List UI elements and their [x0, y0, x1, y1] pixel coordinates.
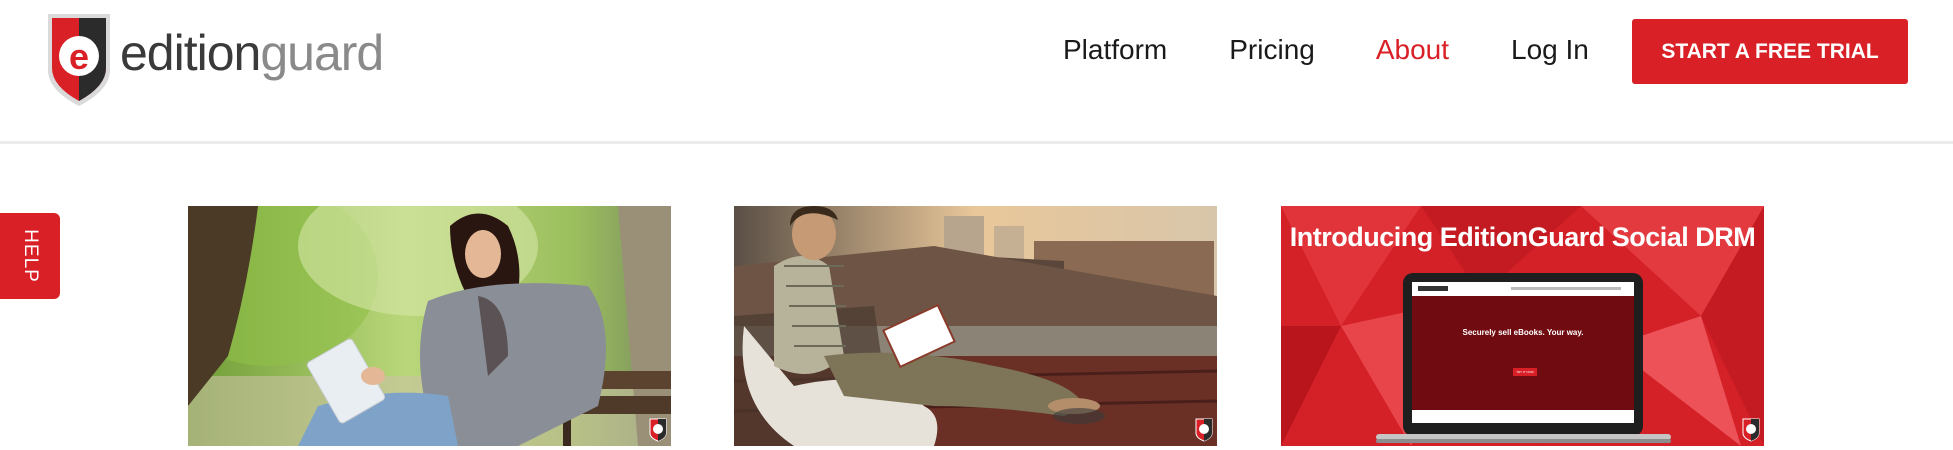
promo-title: Introducing EditionGuard Social DRM — [1289, 222, 1756, 252]
nav-pricing[interactable]: Pricing — [1229, 30, 1315, 70]
promo-screen-button: TRY IT NOW — [1516, 370, 1534, 374]
help-tab-label: HELP — [19, 229, 41, 283]
man-reading-photo — [734, 206, 1217, 446]
logo-text-edition: edition — [120, 25, 261, 81]
help-tab[interactable]: HELP — [0, 213, 60, 299]
card-social-drm-promo[interactable]: Introducing EditionGuard Social DRM Secu… — [1281, 206, 1764, 446]
promo-screen-heading: Securely sell eBooks. Your way. — [1462, 328, 1584, 337]
nav-login[interactable]: Log In — [1511, 30, 1589, 70]
woman-tablet-photo — [188, 206, 671, 446]
logo-text-guard: guard — [260, 25, 384, 81]
start-free-trial-button[interactable]: START A FREE TRIAL — [1632, 19, 1908, 84]
editionguard-logo[interactable]: e editionguard — [44, 8, 384, 108]
main-nav: Platform Pricing About Log In — [1063, 30, 1589, 70]
site-header: e editionguard Platform Pricing About Lo… — [0, 0, 1953, 144]
shield-logo-icon: e — [48, 14, 110, 106]
nav-about[interactable]: About — [1376, 30, 1449, 70]
editionguard-badge-icon — [649, 418, 667, 442]
nav-platform[interactable]: Platform — [1063, 30, 1167, 70]
logo-letter: e — [69, 36, 89, 77]
editionguard-badge-icon — [1742, 418, 1760, 442]
card-man-reading[interactable] — [734, 206, 1217, 446]
card-woman-tablet[interactable] — [188, 206, 671, 446]
editionguard-badge-icon — [1195, 418, 1213, 442]
logo-wordmark: editionguard — [120, 24, 384, 82]
